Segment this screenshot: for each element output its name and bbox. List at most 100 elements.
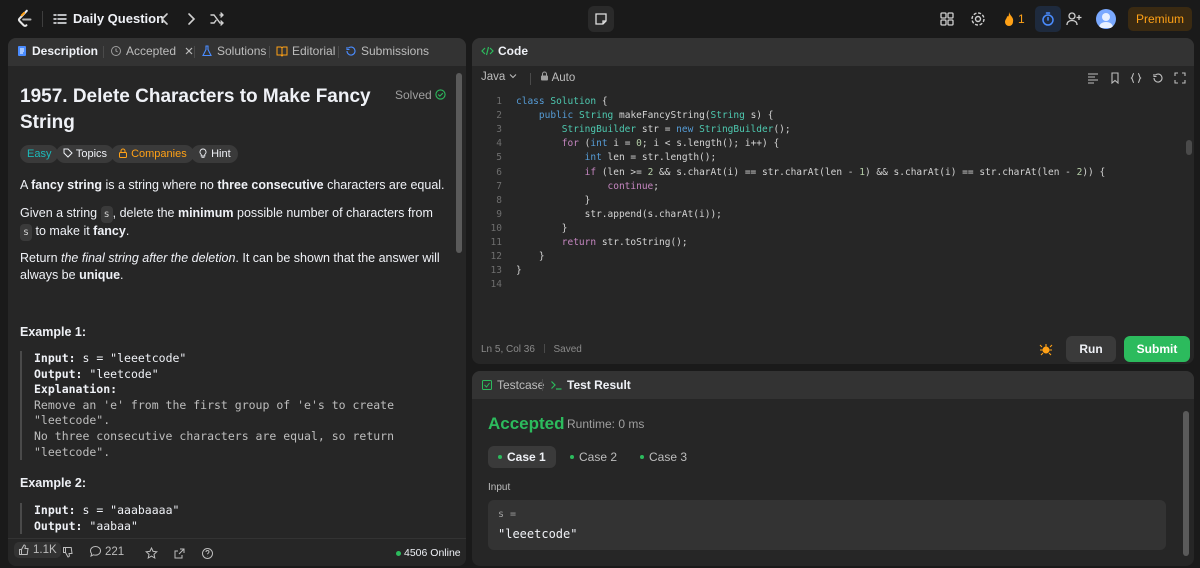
description-tabs: Description Accepted Solutions Editorial… [8, 38, 466, 66]
checkbox-icon [482, 380, 492, 390]
code-line[interactable]: continue; [516, 181, 660, 192]
tag-icon [63, 148, 73, 158]
line-number: 10 [490, 222, 502, 234]
code-line[interactable]: if (len >= 2 && s.charAt(i) == str.charA… [516, 167, 1106, 178]
run-button[interactable]: Run [1066, 336, 1116, 362]
hint-tag[interactable]: Hint [191, 145, 238, 163]
comment-icon [89, 545, 102, 557]
input-label: Input: [34, 351, 76, 365]
case-tab-1[interactable]: Case 1 [488, 446, 556, 468]
scrollbar[interactable] [1183, 411, 1189, 556]
problem-list-icon[interactable] [52, 11, 68, 27]
timer-button[interactable] [1035, 6, 1061, 32]
result-panel: Testcase Test Result Accepted Runtime: 0… [472, 371, 1194, 566]
daily-question-title[interactable]: Daily Question [73, 11, 164, 26]
code-line[interactable]: } [516, 195, 591, 206]
code-line[interactable]: StringBuilder str = new StringBuilder(); [516, 124, 791, 135]
explanation-line: "leetcode". [34, 413, 111, 428]
code-line[interactable]: int len = str.length(); [516, 152, 717, 163]
add-user-icon[interactable] [1065, 10, 1083, 28]
companies-tag[interactable]: Companies [111, 145, 194, 163]
terminal-icon [551, 381, 562, 390]
tab-accepted[interactable]: Accepted [110, 44, 194, 58]
tab-solutions[interactable]: Solutions [201, 44, 266, 58]
tab-submissions[interactable]: Submissions [345, 44, 429, 58]
auto-mode[interactable]: Auto [540, 71, 575, 84]
input-value: "leeetcode" [498, 527, 578, 541]
explanation-line: No three consecutive characters are equa… [34, 428, 395, 443]
braces-icon[interactable] [1130, 72, 1142, 84]
line-number: 11 [490, 237, 502, 248]
share-icon[interactable] [173, 547, 186, 560]
input-label: Input: [34, 503, 76, 517]
text: Return [20, 251, 61, 265]
case-tab-2[interactable]: Case 2 [560, 446, 627, 468]
thumbs-down-icon [63, 547, 73, 558]
code-line[interactable]: } [516, 223, 568, 234]
bookmark-icon[interactable] [1109, 72, 1121, 84]
like-button[interactable]: 1.1K [14, 542, 61, 558]
code-editor[interactable]: 1 class Solution {2 public String makeFan… [472, 96, 1194, 336]
help-icon[interactable] [201, 547, 214, 560]
tab-testcase[interactable]: Testcase [481, 378, 544, 392]
tab-editorial[interactable]: Editorial [276, 44, 335, 58]
debug-icon[interactable] [1038, 341, 1054, 357]
code-line[interactable]: return str.toString(); [516, 237, 688, 248]
check-circle-icon [435, 89, 446, 100]
comments-button[interactable]: 221 [89, 545, 124, 558]
code-line[interactable]: public String makeFancyString(String s) … [516, 110, 774, 121]
text-italic: the final string after the deletion [61, 251, 236, 265]
chevron-left-icon[interactable] [156, 10, 174, 28]
premium-button[interactable]: Premium [1128, 7, 1192, 31]
pass-dot [640, 454, 644, 459]
close-icon[interactable] [184, 46, 194, 56]
tab-description[interactable]: Description [16, 44, 98, 58]
question-title[interactable]: 1957. Delete Characters to Make Fancy St… [20, 84, 380, 136]
gear-icon[interactable] [969, 10, 987, 28]
code-line[interactable]: for (int i = 0; i < s.length(); i++) { [516, 138, 779, 149]
code-line[interactable]: class Solution { [516, 96, 608, 107]
avatar[interactable] [1096, 9, 1116, 29]
text: characters are equal. [323, 178, 445, 192]
expand-icon[interactable] [1174, 72, 1186, 84]
case-label: Case 1 [507, 450, 546, 464]
text: Given a string [20, 206, 101, 220]
shuffle-icon[interactable] [208, 10, 226, 28]
dislike-button[interactable] [62, 546, 74, 558]
editor-scrollbar[interactable] [1186, 140, 1192, 155]
lightbulb-icon [199, 148, 207, 158]
scrollbar[interactable] [456, 73, 462, 253]
lock-icon [119, 148, 127, 158]
divider [530, 73, 531, 85]
tab-separator [269, 46, 270, 58]
language-select[interactable]: Java [481, 71, 517, 83]
format-icon[interactable] [1087, 72, 1099, 84]
code-line[interactable]: str.append(s.charAt(i)); [516, 209, 722, 220]
leetcode-logo[interactable] [14, 8, 36, 30]
example-input: s = "leeetcode" [82, 351, 187, 365]
tab-code[interactable]: Code [481, 44, 528, 58]
example-1-block: Input: s = "leeetcode" Output: "leetcode… [20, 351, 440, 461]
divider [543, 344, 545, 353]
book-icon [276, 46, 288, 57]
fire-icon[interactable] [1000, 10, 1018, 28]
layout-grid-icon[interactable] [938, 10, 956, 28]
online-dot [396, 550, 401, 556]
topics-tag[interactable]: Topics [56, 145, 115, 163]
tab-test-result[interactable]: Test Result [550, 378, 631, 392]
reset-icon[interactable] [1152, 72, 1164, 84]
flask-icon [202, 45, 212, 57]
code-line[interactable]: } [516, 265, 522, 276]
submit-button[interactable]: Submit [1124, 336, 1190, 362]
online-count: 4506 Online [396, 547, 461, 559]
code-line[interactable]: } [516, 251, 545, 262]
case-tab-3[interactable]: Case 3 [630, 446, 697, 468]
output-label: Output: [34, 518, 83, 533]
chevron-right-icon[interactable] [182, 10, 200, 28]
description-footer: 1.1K 221 4506 Online [8, 538, 466, 566]
code-toolbar: Java Auto [472, 66, 1194, 88]
notes-button[interactable] [588, 6, 614, 32]
output-label: Output: [34, 366, 83, 381]
star-icon[interactable] [145, 547, 158, 560]
top-bar: Daily Question 1 Premium [0, 0, 1200, 37]
